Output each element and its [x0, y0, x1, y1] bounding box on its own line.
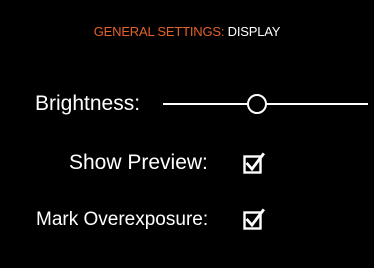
brightness-slider-thumb[interactable] — [247, 94, 268, 114]
brightness-slider[interactable] — [163, 92, 368, 116]
breadcrumb: GENERAL SETTINGS: DISPLAY — [0, 24, 374, 39]
mark-overexposure-checkbox[interactable] — [243, 208, 265, 230]
checkbox-checked-icon — [243, 208, 265, 230]
screen: GENERAL SETTINGS: DISPLAY Brightness: Sh… — [0, 0, 382, 275]
brightness-label: Brightness: — [35, 92, 141, 115]
breadcrumb-page: DISPLAY — [227, 24, 281, 39]
mark-overexposure-label: Mark Overexposure: — [36, 209, 209, 230]
breadcrumb-section: GENERAL SETTINGS: — [93, 24, 225, 39]
show-preview-checkbox[interactable] — [243, 152, 265, 174]
show-preview-label: Show Preview: — [69, 151, 208, 174]
settings-panel: GENERAL SETTINGS: DISPLAY Brightness: Sh… — [0, 0, 374, 268]
checkbox-checked-icon — [243, 152, 265, 174]
